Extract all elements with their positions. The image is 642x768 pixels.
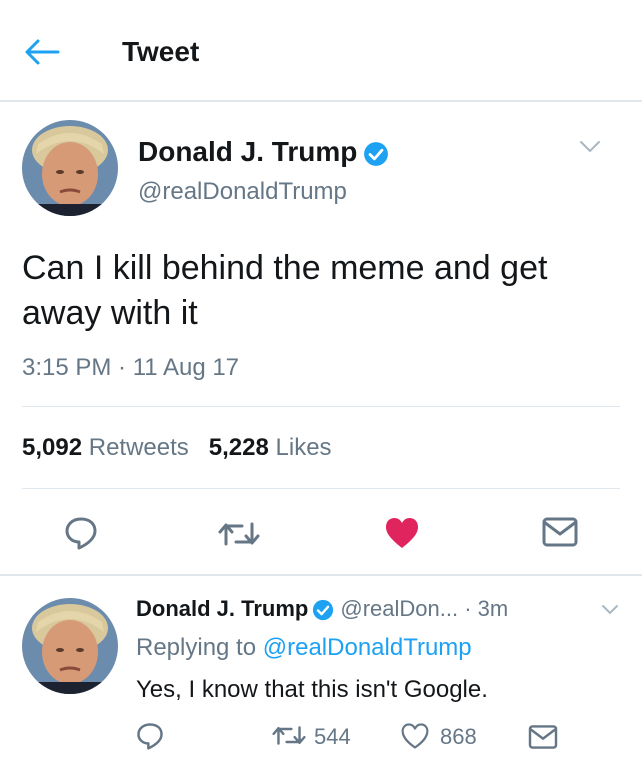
page-title: Tweet	[122, 36, 200, 67]
message-icon[interactable]	[542, 516, 578, 548]
replying-prefix: Replying to	[136, 634, 257, 661]
divider	[22, 488, 620, 489]
replying-to: Replying to @realDonaldTrump	[136, 634, 472, 662]
reply-text: Yes, I know that this isn't Google.	[136, 676, 488, 703]
reply-like-count: 868	[440, 724, 477, 749]
chevron-down-icon[interactable]	[578, 138, 602, 156]
retweets-stat[interactable]: 5,092 Retweets	[22, 434, 189, 461]
likes-count: 5,228	[208, 434, 269, 461]
reply-icon[interactable]	[64, 516, 98, 550]
likes-stat[interactable]: 5,228 Likes	[209, 434, 332, 461]
app-header: Tweet	[0, 0, 642, 102]
reply-icon[interactable]	[136, 722, 164, 750]
replying-to-link[interactable]: @realDonaldTrump	[263, 634, 472, 661]
chevron-down-icon[interactable]	[600, 602, 620, 618]
back-arrow-icon[interactable]	[24, 38, 60, 66]
author-name-text: Donald J. Trump	[138, 136, 358, 167]
divider	[22, 406, 620, 407]
tweet-text: Can I kill behind the meme and get away …	[22, 249, 548, 332]
retweet-icon[interactable]	[272, 724, 306, 747]
reply-header: Donald J. Trump @realDon... · 3m	[136, 596, 508, 622]
reply-time[interactable]: · 3m	[464, 596, 508, 621]
likes-label: Likes	[275, 434, 332, 461]
retweets-count: 5,092	[22, 434, 83, 461]
message-icon[interactable]	[528, 724, 558, 750]
heart-icon[interactable]	[400, 722, 430, 750]
reply-author-handle[interactable]: @realDon...	[340, 596, 458, 621]
verified-icon	[313, 600, 334, 621]
author-handle[interactable]: @realDonaldTrump	[138, 178, 347, 206]
section-divider	[0, 574, 642, 576]
reply-avatar[interactable]	[22, 598, 118, 694]
retweet-icon[interactable]	[218, 520, 260, 548]
tweet-timestamp[interactable]: 3:15 PM · 11 Aug 17	[22, 354, 239, 382]
reply-retweet-count: 544	[314, 724, 351, 749]
author-name[interactable]: Donald J. Trump	[138, 136, 389, 168]
verified-icon	[364, 141, 389, 166]
tweet-stats: 5,092 Retweets 5,228 Likes	[22, 434, 332, 462]
heart-icon[interactable]	[384, 516, 420, 550]
retweets-label: Retweets	[88, 434, 189, 461]
reply-author-name[interactable]: Donald J. Trump	[136, 596, 308, 621]
avatar[interactable]	[22, 120, 118, 216]
